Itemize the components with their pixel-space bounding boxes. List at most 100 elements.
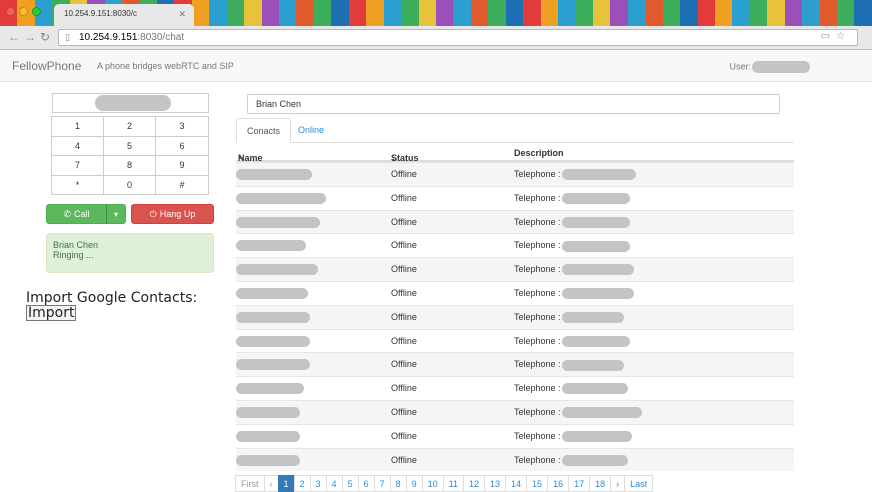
contact-status: Offline [391,335,417,346]
telephone-redacted [561,407,642,419]
dial-key[interactable]: 9 [155,155,209,176]
tabstrip-stripe [767,0,785,26]
minimize-window-button[interactable] [19,7,28,16]
phone-icon: ✆ [63,208,72,219]
table-row[interactable]: Offline Telephone : [236,423,794,448]
contact-name-redacted [236,406,300,418]
back-arrow-icon[interactable]: ← [8,30,20,44]
tabstrip-stripe [470,0,489,26]
tabstrip-stripe [191,0,210,26]
bookmark-star-icon[interactable]: ▭☆ [821,31,851,42]
pagination-page[interactable]: 1 [277,475,295,492]
tabstrip-stripe [523,0,541,26]
contact-status: Offline [391,430,417,441]
dial-key[interactable]: * [51,174,104,195]
table-row[interactable]: Offline Telephone : [236,399,794,424]
tabstrip-stripe [383,0,402,26]
dial-number-display[interactable] [52,93,209,113]
contact-name-redacted [236,359,310,371]
browser-tab[interactable]: 10.254.9.151:8030/c ✕ [54,4,194,26]
pagination-last[interactable]: Last [624,475,654,492]
tab-online[interactable]: Online [288,118,334,143]
reload-icon[interactable]: ↻ [40,30,50,44]
tabstrip-stripe [854,0,872,26]
call-options-dropdown[interactable]: ▾ [106,204,126,224]
dial-key[interactable]: 8 [103,155,156,176]
contact-description: Telephone : [514,336,630,347]
description-prefix: Telephone : [514,287,561,298]
dial-key[interactable]: 5 [103,135,156,156]
tabstrip-stripe [575,0,593,26]
table-row[interactable]: Offline Telephone : [236,233,794,257]
dialed-number-redacted [95,95,171,111]
page-icon: ▯ [65,32,70,42]
browser-toolbar: ← → ↻ ▯ 10.254.9.151:8030/chat ▭☆ [0,26,872,50]
dial-key[interactable]: 3 [155,116,209,137]
pagination-page[interactable]: 12 [463,475,486,492]
tabstrip-stripe [732,0,750,26]
dial-key[interactable]: 2 [103,116,156,137]
dial-key[interactable]: 4 [51,135,104,156]
pagination-page[interactable]: 16 [547,475,570,492]
tab-contacts[interactable]: Conacts [236,118,292,143]
dial-key[interactable]: # [155,174,209,195]
contact-description: Telephone : [514,217,630,228]
table-row[interactable]: Offline Telephone : [236,162,794,186]
table-row[interactable]: Offline Telephone : [236,185,794,210]
pagination-page[interactable]: 10 [421,475,444,492]
telephone-redacted [561,383,628,395]
column-header-description[interactable]: Description [514,148,564,158]
table-row[interactable]: Offline Telephone : [236,280,794,305]
description-prefix: Telephone : [514,454,561,465]
pagination-page[interactable]: 14 [505,475,528,492]
description-prefix: Telephone : [514,169,561,179]
hang-up-button[interactable]: ⏻ Hang Up [131,204,214,224]
pagination-page[interactable]: 13 [484,475,507,492]
pagination-page[interactable]: 15 [526,475,549,492]
table-header: Name − Status ⌄ Description [236,143,794,163]
pagination-page[interactable]: 7 [373,475,391,492]
app-brand[interactable]: FellowPhone [12,59,81,73]
selected-contact-field[interactable]: Brian Chen [247,94,780,114]
pagination-first[interactable]: First [235,475,265,492]
forward-arrow-icon[interactable]: → [24,30,36,44]
tabstrip-stripe [418,0,436,26]
pagination-prev[interactable]: ‹ [263,475,279,492]
call-status-state: Ringing ... [53,250,94,260]
tabstrip-stripe [226,0,245,26]
pagination-next[interactable]: › [610,475,626,492]
telephone-redacted [561,454,628,466]
table-row[interactable]: Offline Telephone : [236,447,794,472]
contact-name-redacted [236,192,326,204]
dial-key[interactable]: 6 [155,135,209,156]
pagination-page[interactable]: 6 [357,475,375,492]
call-button[interactable]: ✆ Call [46,204,107,224]
browser-tabstrip: 10.254.9.151:8030/c ✕ [0,0,872,26]
close-window-button[interactable] [6,7,15,16]
table-row[interactable]: Offline Telephone : [236,304,794,329]
import-button[interactable]: Import [26,305,77,321]
zoom-window-button[interactable] [32,7,41,16]
dial-key[interactable]: 0 [103,174,156,195]
pagination-page[interactable]: 4 [325,475,343,492]
pagination-page[interactable]: 17 [568,475,591,492]
address-bar[interactable]: ▯ 10.254.9.151:8030/chat ▭☆ [58,29,858,46]
description-prefix: Telephone : [514,192,561,203]
dial-key[interactable]: 1 [51,116,104,137]
table-row[interactable]: Offline Telephone : [236,376,794,400]
pagination-page[interactable]: 9 [405,475,423,492]
table-row[interactable]: Offline Telephone : [236,209,794,234]
close-icon[interactable]: ✕ [178,9,186,20]
pagination-page[interactable]: 11 [442,475,464,492]
dial-key[interactable]: 7 [51,155,104,176]
table-row[interactable]: Offline Telephone : [236,328,794,353]
contact-name-redacted [236,335,310,347]
pagination-page[interactable]: 18 [589,475,612,492]
pagination-page[interactable]: 8 [389,475,407,492]
pagination-page[interactable]: 2 [293,475,311,492]
contact-name-redacted [236,287,308,299]
table-row[interactable]: Offline Telephone : [236,257,794,281]
table-row[interactable]: Offline Telephone : [236,352,794,377]
pagination-page[interactable]: 5 [341,475,359,492]
pagination-page[interactable]: 3 [309,475,327,492]
